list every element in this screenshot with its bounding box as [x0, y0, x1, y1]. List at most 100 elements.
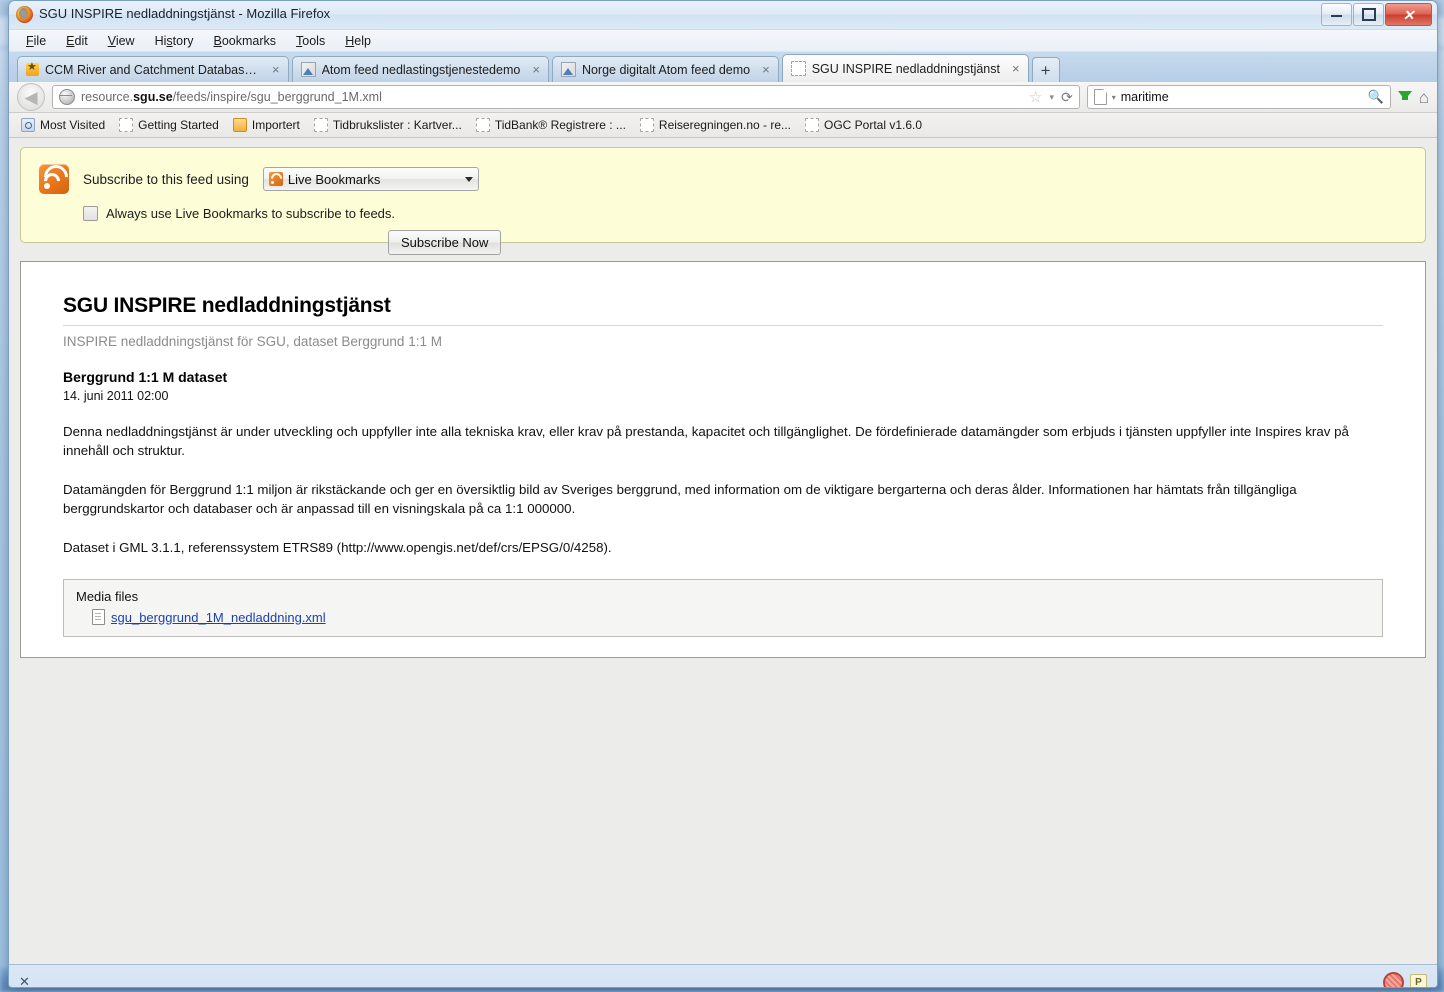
reload-icon[interactable]: ⟳: [1061, 89, 1073, 106]
document-icon: [92, 609, 105, 626]
bookmark-label: Tidbrukslister : Kartver...: [332, 118, 462, 132]
feed-content-panel: SGU INSPIRE nedladdningstjänst INSPIRE n…: [20, 261, 1426, 658]
search-input-value[interactable]: maritime: [1121, 90, 1363, 104]
most-visited-icon: [21, 118, 35, 132]
chevron-down-icon[interactable]: ▾: [1049, 92, 1054, 103]
subscribe-button-row: Subscribe Now: [388, 230, 1407, 255]
menu-history[interactable]: History: [146, 32, 203, 50]
tab-ccm-river[interactable]: CCM River and Catchment Database, ... ×: [17, 56, 289, 82]
tab-strip: CCM River and Catchment Database, ... × …: [9, 52, 1437, 82]
image-favicon-icon: [560, 62, 576, 77]
search-icon[interactable]: 🔍: [1368, 89, 1384, 105]
menu-file[interactable]: File: [17, 32, 55, 50]
menu-tools[interactable]: Tools: [287, 32, 334, 50]
window-controls: ✕: [1321, 3, 1432, 26]
find-bar-close-icon[interactable]: ✕: [19, 974, 30, 987]
search-engine-chevron-down-icon[interactable]: ▾: [1112, 93, 1116, 102]
tab-close-icon[interactable]: ×: [1010, 61, 1022, 76]
tab-close-icon[interactable]: ×: [270, 62, 282, 77]
media-files-heading: Media files: [76, 589, 139, 605]
media-file-link[interactable]: sgu_berggrund_1M_nedladdning.xml: [111, 610, 326, 625]
find-bar-right-icons: P: [1383, 971, 1427, 987]
dashed-doc-icon: [475, 118, 490, 132]
entry-paragraph-2: Datamängden för Berggrund 1:1 miljon är …: [63, 481, 1297, 516]
bookmark-tidbrukslister[interactable]: Tidbrukslister : Kartver...: [308, 116, 468, 134]
close-button[interactable]: ✕: [1385, 3, 1432, 26]
tab-close-icon[interactable]: ×: [760, 62, 772, 77]
feed-subscribe-label: Subscribe to this feed using: [83, 171, 249, 187]
tab-atom-feed-demo[interactable]: Atom feed nedlastingstjenestedemo ×: [291, 56, 549, 82]
feed-subscribe-row: Subscribe to this feed using Live Bookma…: [39, 160, 1407, 194]
window-title: SGU INSPIRE nedladdningstjänst - Mozilla…: [39, 6, 331, 21]
firefox-window: SGU INSPIRE nedladdningstjänst - Mozilla…: [8, 0, 1438, 988]
bookmark-label: Importert: [251, 118, 300, 132]
globe-icon: [59, 89, 75, 105]
maximize-icon: [1361, 8, 1376, 21]
close-icon: ✕: [1402, 6, 1415, 23]
always-use-label: Always use Live Bookmarks to subscribe t…: [106, 206, 396, 221]
media-file-row: sgu_berggrund_1M_nedladdning.xml: [92, 609, 1370, 626]
title-bar: SGU INSPIRE nedladdningstjänst - Mozilla…: [9, 1, 1437, 30]
menu-bookmarks[interactable]: Bookmarks: [205, 32, 286, 50]
folder-icon: [232, 118, 247, 132]
bookmark-importert[interactable]: Importert: [227, 116, 306, 134]
search-bar[interactable]: ▾ maritime 🔍: [1086, 85, 1391, 109]
feed-title: SGU INSPIRE nedladdningstjänst: [63, 294, 1383, 326]
tab-label: CCM River and Catchment Database, ...: [45, 62, 260, 77]
menu-bar: File Edit View History Bookmarks Tools H…: [9, 30, 1437, 52]
bookmark-label: TidBank® Registrere : ...: [494, 118, 626, 132]
dashed-doc-icon: [805, 118, 819, 132]
dashed-doc-icon: [119, 118, 134, 132]
subscribe-now-button[interactable]: Subscribe Now: [388, 230, 502, 255]
feed-subtitle: INSPIRE nedladdningstjänst för SGU, data…: [63, 334, 442, 349]
always-use-row: Always use Live Bookmarks to subscribe t…: [83, 206, 1407, 221]
chevron-down-icon: [464, 176, 473, 182]
entry-title: Berggrund 1:1 M dataset: [63, 369, 228, 385]
bookmark-label: OGC Portal v1.6.0: [824, 118, 923, 132]
new-tab-button[interactable]: +: [1031, 57, 1060, 82]
bookmark-tidbank[interactable]: TidBank® Registrere : ...: [470, 116, 632, 134]
bookmark-star-icon[interactable]: ☆: [1029, 90, 1042, 105]
tab-norge-digitalt[interactable]: Norge digitalt Atom feed demo ×: [551, 56, 779, 82]
bookmark-label: Reiseregningen.no - re...: [658, 118, 791, 132]
back-arrow-icon: ◀: [24, 87, 38, 107]
page-badge-icon[interactable]: P: [1410, 973, 1427, 987]
minimize-icon: [1331, 12, 1342, 17]
tab-sgu-inspire[interactable]: SGU INSPIRE nedladdningstjänst ×: [781, 54, 1029, 82]
tab-label: Norge digitalt Atom feed demo: [581, 62, 751, 77]
image-favicon-icon: [300, 62, 316, 77]
rss-arc-large: [39, 160, 73, 194]
tab-label: SGU INSPIRE nedladdningstjänst: [811, 61, 1000, 76]
maximize-button[interactable]: [1353, 3, 1384, 26]
minimize-button[interactable]: [1321, 3, 1352, 26]
navigation-toolbar: ◀ resource.sgu.se/feeds/inspire/sgu_berg…: [9, 82, 1437, 113]
feed-reader-selected-value: Live Bookmarks: [287, 171, 381, 187]
entry-paragraph-1: Denna nedladdningstjänst är under utveck…: [63, 424, 1349, 458]
bookmark-ogc-portal[interactable]: OGC Portal v1.6.0: [799, 116, 928, 134]
firefox-logo-icon: [16, 6, 33, 23]
menu-view[interactable]: View: [99, 32, 144, 50]
page-viewport: Subscribe to this feed using Live Bookma…: [9, 138, 1437, 964]
back-button[interactable]: ◀: [17, 83, 45, 111]
bookmark-most-visited[interactable]: Most Visited: [15, 116, 111, 134]
feed-reader-select[interactable]: Live Bookmarks: [262, 167, 479, 191]
search-engine-icon[interactable]: [1093, 89, 1107, 105]
rss-icon: [39, 160, 73, 194]
home-icon[interactable]: ⌂: [1419, 89, 1429, 106]
url-bar-icons: ☆ ▾ ⟳: [1029, 89, 1073, 106]
menu-edit[interactable]: Edit: [57, 32, 97, 50]
url-bar[interactable]: resource.sgu.se/feeds/inspire/sgu_berggr…: [52, 85, 1080, 109]
download-arrow-icon[interactable]: [1397, 91, 1412, 100]
tab-close-icon[interactable]: ×: [530, 62, 542, 77]
highlight-all-magnifier-icon[interactable]: [1383, 971, 1404, 987]
bookmark-reiseregningen[interactable]: Reiseregningen.no - re...: [634, 116, 797, 134]
bookmark-getting-started[interactable]: Getting Started: [113, 116, 225, 134]
url-text: resource.sgu.se/feeds/inspire/sgu_berggr…: [81, 90, 382, 104]
media-files-box: Media files sgu_berggrund_1M_nedladdning…: [63, 579, 1383, 638]
entry-paragraph-3: Dataset i GML 3.1.1, referenssystem ETRS…: [63, 539, 612, 555]
dashed-doc-icon: [639, 118, 654, 132]
always-use-checkbox[interactable]: [83, 206, 98, 221]
menu-help[interactable]: Help: [336, 32, 380, 50]
find-bar: ✕ P: [9, 964, 1437, 987]
tab-label: Atom feed nedlastingstjenestedemo: [321, 62, 521, 77]
